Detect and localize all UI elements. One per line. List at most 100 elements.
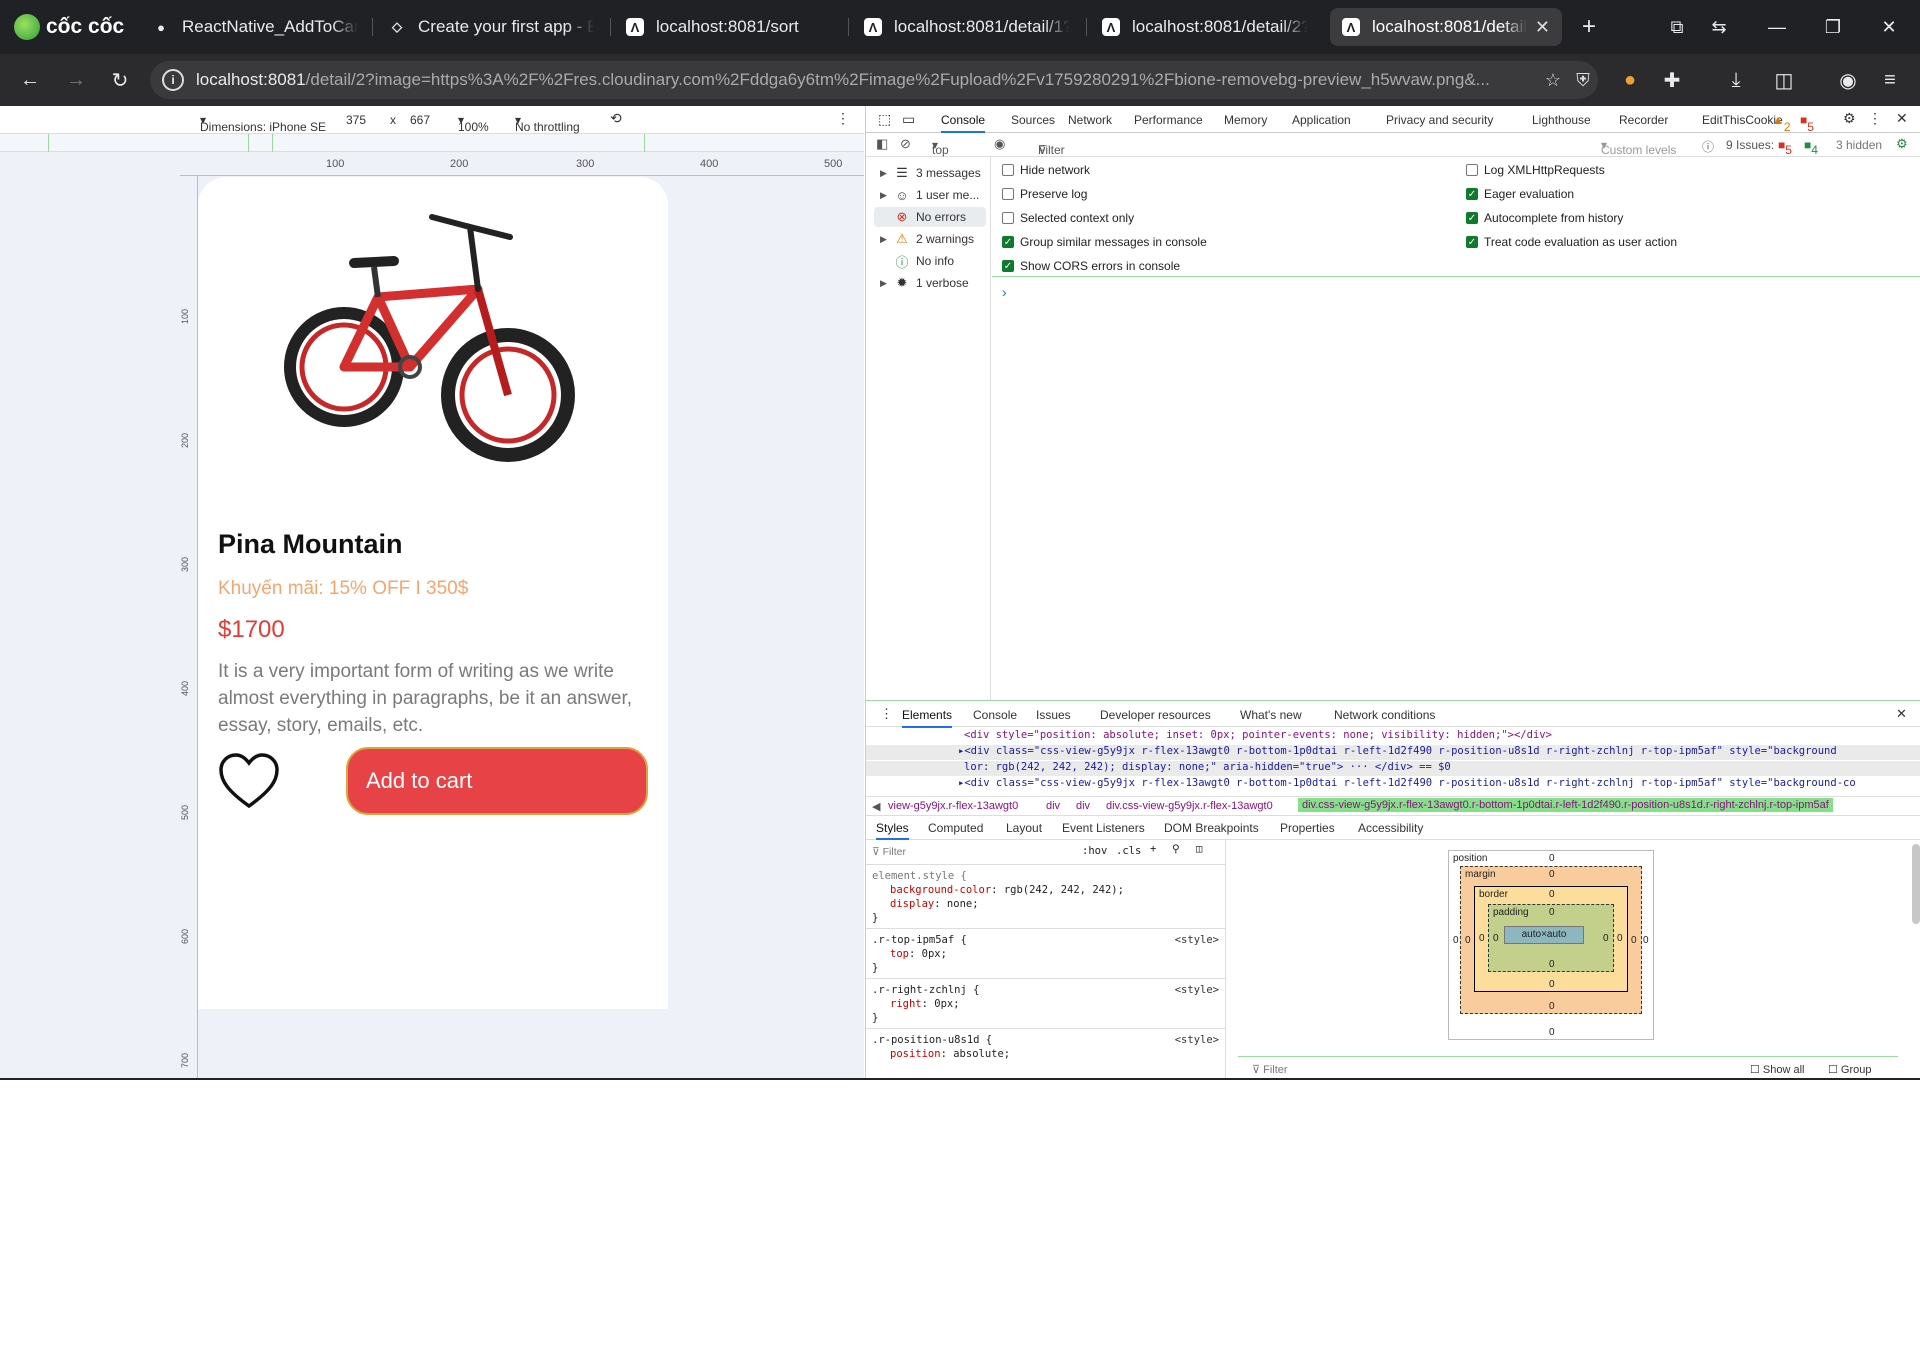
issues-error-badge[interactable]: ■ 5 — [1778, 138, 1792, 157]
sidebar-item-info[interactable]: ⓘ No info — [880, 251, 954, 271]
tab-accessibility[interactable]: Accessibility — [1358, 821, 1423, 835]
console-settings-icon[interactable]: ⚙ — [1896, 136, 1908, 152]
tab-active[interactable]: Λ localhost:8081/detail ✕ — [1330, 8, 1562, 46]
style-decl[interactable]: background-color: rgb(242, 242, 242); — [890, 884, 1124, 896]
tab-lighthouse[interactable]: Lighthouse — [1532, 113, 1591, 127]
log-xhr-checkbox[interactable]: Log XMLHttpRequests — [1466, 163, 1605, 177]
close-devtools-icon[interactable]: ✕ — [1896, 110, 1908, 127]
url-text[interactable]: localhost:8081/detail/2?image=https%3A%2… — [196, 70, 1538, 90]
new-rule-icon[interactable]: + — [1150, 843, 1156, 855]
close-tab-icon[interactable]: ✕ — [1535, 17, 1550, 38]
cors-errors-checkbox[interactable]: ✓ Show CORS errors in console — [1002, 259, 1180, 273]
crumb[interactable]: view-g5y9jx.r-flex-13awgt0 — [888, 800, 1018, 812]
toggle-sidebar-icon[interactable]: ◫ — [1196, 843, 1202, 855]
crumb-scroll-left-icon[interactable]: ◀ — [872, 800, 880, 813]
drawer-tab-network-conditions[interactable]: Network conditions — [1334, 708, 1435, 722]
back-icon[interactable]: ← — [16, 66, 44, 94]
zoom-select[interactable]: 100% ▾ — [458, 113, 489, 134]
restore-icon[interactable]: ❐ — [1820, 14, 1846, 40]
cookie-extension-icon[interactable]: ● — [1616, 66, 1644, 94]
style-source-link[interactable]: <style> — [1175, 934, 1219, 946]
tab-styles[interactable]: Styles — [876, 821, 909, 840]
device-toggle-icon[interactable]: ▭ — [902, 111, 915, 128]
style-decl[interactable]: right: 0px; — [890, 998, 960, 1010]
crumb[interactable]: div.css-view-g5y9jx.r-flex-13awgt0 — [1106, 800, 1273, 812]
dom-line[interactable]: <div style="position: absolute; inset: 0… — [866, 729, 1920, 744]
tab-1[interactable]: ● ReactNative_AddToCart_B — [140, 8, 370, 46]
tab-application[interactable]: Application — [1292, 113, 1351, 127]
style-decl[interactable]: display: none; — [890, 898, 979, 910]
crumb[interactable]: div — [1046, 800, 1060, 812]
paint-icon[interactable]: ⚲ — [1172, 843, 1180, 855]
tab-3[interactable]: Λ localhost:8081/sort — [614, 8, 844, 46]
throttling-select[interactable]: No throttling ▾ — [515, 113, 580, 134]
tab-2[interactable]: ◇ Create your first app - Exp — [376, 8, 606, 46]
reload-icon[interactable]: ↻ — [106, 66, 134, 94]
tab-4[interactable]: Λ localhost:8081/detail/1?id — [852, 8, 1082, 46]
add-to-cart-button[interactable]: Add to cart — [346, 747, 648, 815]
eager-eval-checkbox[interactable]: ✓ Eager evaluation — [1466, 187, 1574, 201]
shield-icon[interactable]: ⛨ — [1568, 70, 1598, 91]
tab-event-listeners[interactable]: Event Listeners — [1062, 821, 1145, 835]
crumb[interactable]: div — [1076, 800, 1090, 812]
minimize-icon[interactable]: — — [1764, 14, 1790, 40]
context-select[interactable]: top ▾ — [932, 138, 949, 157]
tab-memory[interactable]: Memory — [1224, 113, 1267, 127]
group-checkbox[interactable]: ☐ Group — [1828, 1063, 1872, 1076]
more-options-icon[interactable]: ⋮ — [836, 110, 850, 127]
clear-console-icon[interactable]: ⊘ — [900, 136, 911, 152]
new-tab-icon[interactable]: + — [1576, 13, 1602, 40]
dom-line-selected[interactable]: ▸<div class="css-view-g5y9jx r-flex-13aw… — [866, 745, 1920, 760]
site-info-icon[interactable]: i — [162, 69, 184, 91]
favorite-heart-icon[interactable] — [218, 751, 280, 813]
device-height-input[interactable]: 667 — [410, 113, 430, 127]
drawer-menu-icon[interactable]: ⋮ — [880, 706, 893, 722]
error-count-badge[interactable]: ■ 5 — [1800, 113, 1814, 134]
close-drawer-icon[interactable]: ✕ — [1896, 706, 1907, 722]
autocomplete-checkbox[interactable]: ✓ Autocomplete from history — [1466, 211, 1623, 225]
log-levels-select[interactable]: Custom levels ▾ — [1601, 138, 1676, 157]
cls-toggle[interactable]: .cls — [1116, 845, 1141, 857]
hov-toggle[interactable]: :hov — [1082, 845, 1107, 857]
bookmark-star-icon[interactable]: ☆ — [1538, 70, 1568, 91]
sidebar-item-warnings[interactable]: ▶ ⚠ 2 warnings — [880, 229, 974, 249]
sidebar-item-errors[interactable]: ⊗ No errors — [874, 207, 986, 227]
scrollbar[interactable] — [1912, 844, 1920, 924]
more-menu-icon[interactable]: ⋮ — [1868, 110, 1882, 127]
settings-gear-icon[interactable]: ⚙ — [1843, 110, 1856, 127]
selected-context-checkbox[interactable]: Selected context only — [1002, 211, 1134, 225]
style-decl[interactable]: top: 0px; — [890, 948, 947, 960]
crumb-selected[interactable]: div.css-view-g5y9jx.r-flex-13awgt0.r-bot… — [1298, 798, 1833, 812]
screen-search-icon[interactable]: ⧉ — [1664, 14, 1690, 40]
drawer-tab-issues[interactable]: Issues — [1036, 708, 1071, 722]
media-query-segment[interactable] — [248, 134, 272, 152]
drawer-tab-console[interactable]: Console — [973, 708, 1017, 722]
dom-line[interactable]: ▸<div class="css-view-g5y9jx r-flex-13aw… — [866, 777, 1920, 792]
sidebar-item-user-messages[interactable]: ▶ ☺ 1 user me... — [880, 185, 979, 205]
tab-computed[interactable]: Computed — [928, 821, 983, 835]
style-source-link[interactable]: <style> — [1175, 1034, 1219, 1046]
profile-avatar-icon[interactable]: ◉ — [1834, 66, 1862, 94]
issues-icon[interactable]: ⓘ — [1702, 138, 1714, 155]
preserve-log-checkbox[interactable]: Preserve log — [1002, 187, 1087, 201]
tab-recorder[interactable]: Recorder — [1619, 113, 1668, 127]
computed-filter-input[interactable]: ⊽ Filter — [1252, 1063, 1288, 1076]
rotate-icon[interactable]: ⟲ — [610, 110, 622, 127]
media-query-segment[interactable] — [644, 134, 816, 152]
inspect-element-icon[interactable]: ⬚ — [878, 111, 891, 128]
close-window-icon[interactable]: ✕ — [1876, 14, 1902, 40]
media-query-segment[interactable] — [272, 134, 644, 152]
tab-layout[interactable]: Layout — [1006, 821, 1042, 835]
drawer-tab-elements[interactable]: Elements — [902, 708, 953, 728]
tab-5[interactable]: Λ localhost:8081/detail/2?id — [1090, 8, 1320, 46]
tab-privacy[interactable]: Privacy and security — [1386, 113, 1493, 127]
drawer-tab-whats-new[interactable]: What's new — [1240, 708, 1302, 722]
tab-sources[interactable]: Sources — [1011, 113, 1055, 127]
tab-dom-breakpoints[interactable]: DOM Breakpoints — [1164, 821, 1259, 835]
style-source-link[interactable]: <style> — [1175, 984, 1219, 996]
tab-properties[interactable]: Properties — [1280, 821, 1335, 835]
sidebar-icon[interactable]: ◫ — [1770, 66, 1798, 94]
user-action-checkbox[interactable]: ✓ Treat code evaluation as user action — [1466, 235, 1677, 249]
device-width-input[interactable]: 375 — [346, 113, 366, 127]
sidebar-item-verbose[interactable]: ▶ ✹ 1 verbose — [880, 273, 969, 293]
